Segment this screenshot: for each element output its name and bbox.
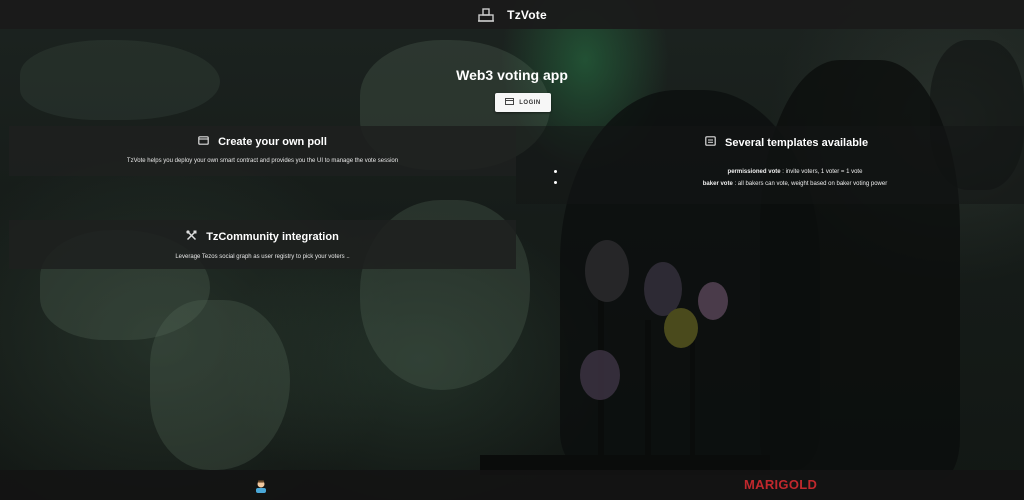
- top-bar: TzVote: [0, 0, 1024, 29]
- footer: [0, 470, 1024, 500]
- template-name: baker vote: [702, 181, 733, 187]
- templates-title: Several templates available: [725, 136, 869, 149]
- marigold-logo[interactable]: MARIGOLD: [744, 477, 817, 492]
- create-poll-title: Create your own poll: [218, 136, 327, 148]
- ballot-box-icon: [477, 7, 495, 22]
- tools-icon: [186, 230, 197, 244]
- templates-heading: Several templates available: [705, 136, 868, 149]
- login-button[interactable]: LOGIN: [495, 93, 551, 112]
- template-icon: [705, 136, 716, 149]
- create-poll-description: TzVote helps you deploy your own smart c…: [126, 158, 399, 164]
- community-card: TzCommunity integration Leverage Tezos s…: [9, 220, 516, 269]
- template-text: : all bakers can vote, weight based on b…: [732, 181, 888, 187]
- create-poll-card: Create your own poll TzVote helps you de…: [9, 126, 516, 176]
- list-item: baker vote : all bakers can vote, weight…: [660, 178, 930, 190]
- login-label: LOGIN: [519, 99, 541, 106]
- template-name: permissioned vote: [727, 169, 781, 175]
- list-bullet: [554, 181, 557, 184]
- community-title: TzCommunity integration: [206, 231, 339, 243]
- templates-list: permissioned vote : invite voters, 1 vot…: [660, 166, 930, 190]
- list-item: permissioned vote : invite voters, 1 vot…: [660, 166, 930, 178]
- list-bullet: [554, 170, 557, 173]
- hero-title: Web3 voting app: [456, 67, 568, 83]
- user-avatar-icon[interactable]: [254, 479, 268, 493]
- community-description: Leverage Tezos social graph as user regi…: [175, 254, 350, 260]
- app-title: TzVote: [507, 7, 547, 22]
- template-text: : invite voters, 1 voter = 1 vote: [780, 169, 863, 175]
- ballot-icon: [198, 136, 209, 148]
- wallet-icon: [505, 98, 515, 107]
